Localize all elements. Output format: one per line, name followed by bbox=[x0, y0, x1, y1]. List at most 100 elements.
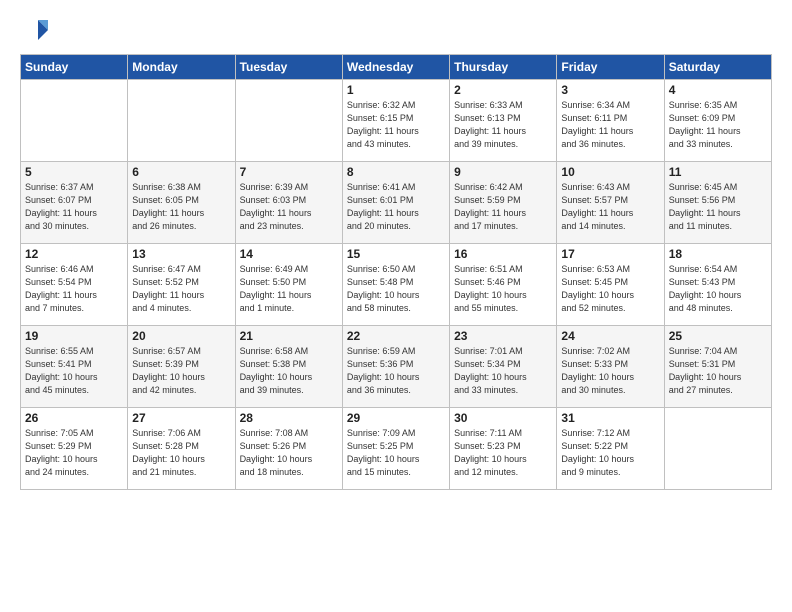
calendar-cell: 7Sunrise: 6:39 AM Sunset: 6:03 PM Daylig… bbox=[235, 162, 342, 244]
calendar-table: SundayMondayTuesdayWednesdayThursdayFrid… bbox=[20, 54, 772, 490]
day-number: 7 bbox=[240, 165, 338, 179]
calendar-cell bbox=[21, 80, 128, 162]
calendar-cell: 11 Sunrise: 6:45 AM Sunset: 5:56 PM Dayli… bbox=[664, 162, 771, 244]
day-detail: Sunrise: 7:01 AM Sunset: 5:34 PM Dayligh… bbox=[454, 345, 552, 397]
day-number: 8 bbox=[347, 165, 445, 179]
day-detail: Sunrise: 7:02 AM Sunset: 5:33 PM Dayligh… bbox=[561, 345, 659, 397]
day-detail: Sunrise: 6:38 AM Sunset: 6:05 PM Dayligh… bbox=[132, 181, 230, 233]
header-row: SundayMondayTuesdayWednesdayThursdayFrid… bbox=[21, 55, 772, 80]
day-detail: Sunrise: 6:50 AM Sunset: 5:48 PM Dayligh… bbox=[347, 263, 445, 315]
week-row-5: 26 Sunrise: 7:05 AM Sunset: 5:29 PM Dayli… bbox=[21, 408, 772, 490]
calendar-cell: 27 Sunrise: 7:06 AM Sunset: 5:28 PM Dayli… bbox=[128, 408, 235, 490]
calendar-cell: 4 Sunrise: 6:35 AM Sunset: 6:09 PM Daylig… bbox=[664, 80, 771, 162]
calendar-cell: 28 Sunrise: 7:08 AM Sunset: 5:26 PM Dayli… bbox=[235, 408, 342, 490]
calendar-cell: 8 Sunrise: 6:41 AM Sunset: 6:01 PM Daylig… bbox=[342, 162, 449, 244]
day-detail: Sunrise: 6:51 AM Sunset: 5:46 PM Dayligh… bbox=[454, 263, 552, 315]
calendar-cell: 24 Sunrise: 7:02 AM Sunset: 5:33 PM Dayli… bbox=[557, 326, 664, 408]
calendar-cell: 17 Sunrise: 6:53 AM Sunset: 5:45 PM Dayli… bbox=[557, 244, 664, 326]
calendar-cell: 25Sunrise: 7:04 AM Sunset: 5:31 PM Dayli… bbox=[664, 326, 771, 408]
day-detail: Sunrise: 6:45 AM Sunset: 5:56 PM Dayligh… bbox=[669, 181, 767, 233]
day-number: 14 bbox=[240, 247, 338, 261]
week-row-3: 12 Sunrise: 6:46 AM Sunset: 5:54 PM Dayli… bbox=[21, 244, 772, 326]
calendar-cell: 23 Sunrise: 7:01 AM Sunset: 5:34 PM Dayli… bbox=[450, 326, 557, 408]
calendar-cell: 26 Sunrise: 7:05 AM Sunset: 5:29 PM Dayli… bbox=[21, 408, 128, 490]
calendar-cell: 13 Sunrise: 6:47 AM Sunset: 5:52 PM Dayli… bbox=[128, 244, 235, 326]
calendar-cell: 14 Sunrise: 6:49 AM Sunset: 5:50 PM Dayli… bbox=[235, 244, 342, 326]
day-number: 13 bbox=[132, 247, 230, 261]
day-number: 1 bbox=[347, 83, 445, 97]
day-number: 23 bbox=[454, 329, 552, 343]
calendar-cell: 3Sunrise: 6:34 AM Sunset: 6:11 PM Daylig… bbox=[557, 80, 664, 162]
calendar-cell: 5 Sunrise: 6:37 AM Sunset: 6:07 PM Daylig… bbox=[21, 162, 128, 244]
day-detail: Sunrise: 6:33 AM Sunset: 6:13 PM Dayligh… bbox=[454, 99, 552, 151]
day-number: 18 bbox=[669, 247, 767, 261]
calendar-cell: 19 Sunrise: 6:55 AM Sunset: 5:41 PM Dayli… bbox=[21, 326, 128, 408]
day-number: 16 bbox=[454, 247, 552, 261]
calendar-cell: 21 Sunrise: 6:58 AM Sunset: 5:38 PM Dayli… bbox=[235, 326, 342, 408]
day-detail: Sunrise: 6:58 AM Sunset: 5:38 PM Dayligh… bbox=[240, 345, 338, 397]
day-detail: Sunrise: 6:37 AM Sunset: 6:07 PM Dayligh… bbox=[25, 181, 123, 233]
day-number: 24 bbox=[561, 329, 659, 343]
day-header-thursday: Thursday bbox=[450, 55, 557, 80]
day-detail: Sunrise: 6:32 AM Sunset: 6:15 PM Dayligh… bbox=[347, 99, 445, 151]
calendar-cell bbox=[235, 80, 342, 162]
calendar-cell: 1 Sunrise: 6:32 AM Sunset: 6:15 PM Daylig… bbox=[342, 80, 449, 162]
day-number: 29 bbox=[347, 411, 445, 425]
day-detail: Sunrise: 7:12 AM Sunset: 5:22 PM Dayligh… bbox=[561, 427, 659, 479]
calendar-cell: 9 Sunrise: 6:42 AM Sunset: 5:59 PM Daylig… bbox=[450, 162, 557, 244]
day-number: 17 bbox=[561, 247, 659, 261]
day-header-saturday: Saturday bbox=[664, 55, 771, 80]
day-number: 10 bbox=[561, 165, 659, 179]
calendar-cell: 6 Sunrise: 6:38 AM Sunset: 6:05 PM Daylig… bbox=[128, 162, 235, 244]
day-detail: Sunrise: 6:59 AM Sunset: 5:36 PM Dayligh… bbox=[347, 345, 445, 397]
day-detail: Sunrise: 7:08 AM Sunset: 5:26 PM Dayligh… bbox=[240, 427, 338, 479]
day-number: 12 bbox=[25, 247, 123, 261]
calendar-cell: 16 Sunrise: 6:51 AM Sunset: 5:46 PM Dayli… bbox=[450, 244, 557, 326]
calendar-cell: 15 Sunrise: 6:50 AM Sunset: 5:48 PM Dayli… bbox=[342, 244, 449, 326]
day-detail: Sunrise: 7:05 AM Sunset: 5:29 PM Dayligh… bbox=[25, 427, 123, 479]
day-detail: Sunrise: 6:49 AM Sunset: 5:50 PM Dayligh… bbox=[240, 263, 338, 315]
day-detail: Sunrise: 6:57 AM Sunset: 5:39 PM Dayligh… bbox=[132, 345, 230, 397]
day-header-wednesday: Wednesday bbox=[342, 55, 449, 80]
day-number: 27 bbox=[132, 411, 230, 425]
header bbox=[20, 16, 772, 44]
calendar-cell bbox=[128, 80, 235, 162]
day-number: 5 bbox=[25, 165, 123, 179]
calendar-cell: 12 Sunrise: 6:46 AM Sunset: 5:54 PM Dayli… bbox=[21, 244, 128, 326]
day-header-tuesday: Tuesday bbox=[235, 55, 342, 80]
logo bbox=[20, 16, 52, 44]
day-number: 11 bbox=[669, 165, 767, 179]
calendar-cell: 10 Sunrise: 6:43 AM Sunset: 5:57 PM Dayli… bbox=[557, 162, 664, 244]
day-detail: Sunrise: 7:11 AM Sunset: 5:23 PM Dayligh… bbox=[454, 427, 552, 479]
day-number: 2 bbox=[454, 83, 552, 97]
day-number: 28 bbox=[240, 411, 338, 425]
day-detail: Sunrise: 6:53 AM Sunset: 5:45 PM Dayligh… bbox=[561, 263, 659, 315]
day-number: 21 bbox=[240, 329, 338, 343]
calendar-cell: 31 Sunrise: 7:12 AM Sunset: 5:22 PM Dayli… bbox=[557, 408, 664, 490]
calendar-cell: 2 Sunrise: 6:33 AM Sunset: 6:13 PM Daylig… bbox=[450, 80, 557, 162]
day-number: 4 bbox=[669, 83, 767, 97]
day-number: 9 bbox=[454, 165, 552, 179]
day-number: 6 bbox=[132, 165, 230, 179]
day-header-monday: Monday bbox=[128, 55, 235, 80]
day-number: 15 bbox=[347, 247, 445, 261]
week-row-1: 1 Sunrise: 6:32 AM Sunset: 6:15 PM Daylig… bbox=[21, 80, 772, 162]
day-detail: Sunrise: 6:41 AM Sunset: 6:01 PM Dayligh… bbox=[347, 181, 445, 233]
day-number: 31 bbox=[561, 411, 659, 425]
week-row-2: 5 Sunrise: 6:37 AM Sunset: 6:07 PM Daylig… bbox=[21, 162, 772, 244]
day-number: 22 bbox=[347, 329, 445, 343]
day-detail: Sunrise: 7:06 AM Sunset: 5:28 PM Dayligh… bbox=[132, 427, 230, 479]
day-detail: Sunrise: 6:35 AM Sunset: 6:09 PM Dayligh… bbox=[669, 99, 767, 151]
week-row-4: 19 Sunrise: 6:55 AM Sunset: 5:41 PM Dayli… bbox=[21, 326, 772, 408]
day-detail: Sunrise: 6:55 AM Sunset: 5:41 PM Dayligh… bbox=[25, 345, 123, 397]
day-detail: Sunrise: 6:43 AM Sunset: 5:57 PM Dayligh… bbox=[561, 181, 659, 233]
day-detail: Sunrise: 6:46 AM Sunset: 5:54 PM Dayligh… bbox=[25, 263, 123, 315]
day-detail: Sunrise: 6:34 AM Sunset: 6:11 PM Dayligh… bbox=[561, 99, 659, 151]
day-number: 26 bbox=[25, 411, 123, 425]
day-detail: Sunrise: 6:42 AM Sunset: 5:59 PM Dayligh… bbox=[454, 181, 552, 233]
day-detail: Sunrise: 6:47 AM Sunset: 5:52 PM Dayligh… bbox=[132, 263, 230, 315]
day-number: 19 bbox=[25, 329, 123, 343]
day-header-sunday: Sunday bbox=[21, 55, 128, 80]
day-number: 30 bbox=[454, 411, 552, 425]
day-number: 20 bbox=[132, 329, 230, 343]
